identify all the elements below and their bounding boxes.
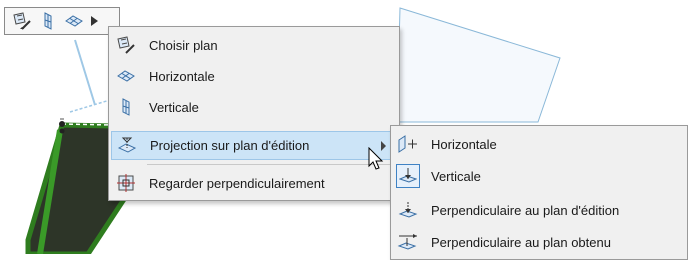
vertical-plane-icon — [44, 12, 52, 30]
menu-item-label: Horizontale — [149, 68, 215, 84]
submenu-item-label: Verticale — [431, 168, 481, 184]
vertical-projection-icon — [396, 164, 420, 188]
vertical-plane-icon — [111, 93, 141, 121]
menu-item-label: Projection sur plan d'édition — [150, 138, 310, 153]
choose-plane-icon — [13, 12, 31, 30]
selected-indicator — [393, 162, 423, 190]
mouse-pointer-icon — [368, 147, 384, 170]
submenu-item-horizontal[interactable]: Horizontale — [393, 130, 685, 158]
submenu-item-label: Perpendiculaire au plan obtenu — [431, 234, 611, 250]
menu-item-label: Choisir plan — [149, 37, 218, 53]
choose-plane-icon — [111, 31, 141, 59]
triangle-right-icon[interactable] — [91, 16, 98, 26]
plane-context-menu: Choisir plan Horizontale Verticale Proje… — [108, 26, 400, 201]
horizontal-plane-icon — [65, 15, 83, 27]
edit-plane-outline — [396, 7, 561, 123]
horizontal-plane-icon — [111, 62, 141, 90]
menu-item-label: Regarder perpendiculairement — [149, 175, 325, 191]
vertical-plane-button[interactable] — [35, 9, 61, 33]
guide-line — [74, 39, 96, 106]
vertex-handle[interactable] — [59, 128, 65, 134]
submenu-item-vertical[interactable]: Verticale — [393, 162, 685, 190]
vertex-handle[interactable] — [59, 121, 65, 127]
perpendicular-obtained-plane-icon — [393, 228, 423, 256]
menu-item-label: Verticale — [149, 99, 199, 115]
projection-submenu: Horizontale Verticale Perpendiculaire au… — [390, 125, 688, 260]
submenu-item-perpendicular-edit-plane[interactable]: Perpendiculaire au plan d'édition — [393, 196, 685, 224]
guide-line — [69, 99, 111, 113]
menu-item-vertical[interactable]: Verticale — [111, 93, 397, 121]
perpendicular-edit-plane-icon — [393, 196, 423, 224]
menu-item-choose-plane[interactable]: Choisir plan — [111, 31, 397, 59]
horizontal-projection-icon — [393, 130, 423, 158]
horizontal-plane-button[interactable] — [61, 9, 87, 33]
projection-icon — [112, 132, 142, 160]
look-perpendicular-icon — [111, 169, 141, 197]
menu-separator — [147, 164, 395, 165]
choose-plane-button[interactable] — [9, 9, 35, 33]
menu-item-projection[interactable]: Projection sur plan d'édition — [111, 131, 397, 160]
menu-item-look-perpendicular[interactable]: Regarder perpendiculairement — [111, 169, 397, 197]
menu-item-horizontal[interactable]: Horizontale — [111, 62, 397, 90]
submenu-item-label: Perpendiculaire au plan d'édition — [431, 202, 620, 218]
submenu-item-perpendicular-obtained-plane[interactable]: Perpendiculaire au plan obtenu — [393, 228, 685, 256]
submenu-item-label: Horizontale — [431, 136, 497, 152]
plane-toolbar — [4, 7, 120, 35]
